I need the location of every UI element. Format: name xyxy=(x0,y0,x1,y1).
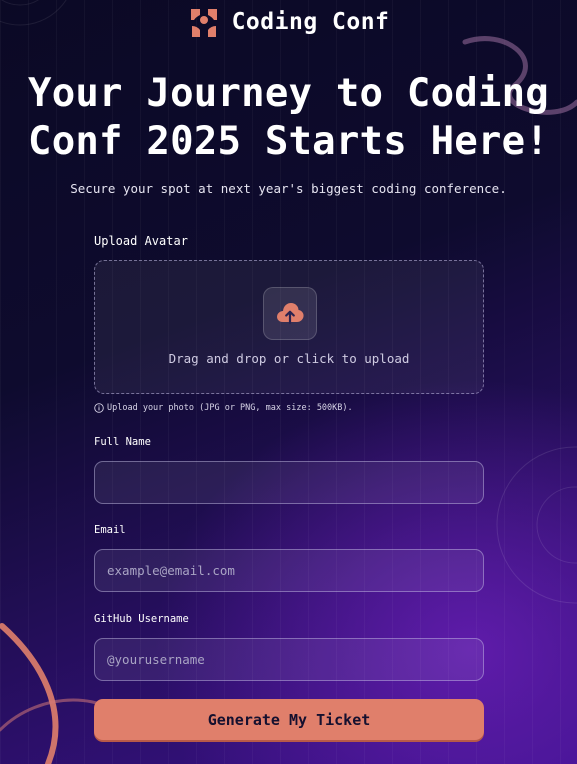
generate-ticket-button[interactable]: Generate My Ticket xyxy=(94,699,484,740)
brand-name: Coding Conf xyxy=(231,9,390,35)
cloud-upload-icon xyxy=(277,302,304,324)
page-subtitle: Secure your spot at next year's biggest … xyxy=(70,181,507,196)
upload-hint: Upload your photo (JPG or PNG, max size:… xyxy=(94,403,353,413)
decorative-circles-right xyxy=(496,446,577,604)
github-username-label: GitHub Username xyxy=(94,613,189,625)
info-icon xyxy=(94,403,104,413)
upload-button[interactable] xyxy=(263,287,317,340)
brand-logo: Coding Conf xyxy=(0,6,577,38)
coding-conf-logo-icon xyxy=(190,9,217,37)
full-name-label: Full Name xyxy=(94,436,151,448)
full-name-input[interactable] xyxy=(94,461,484,504)
email-input[interactable] xyxy=(94,549,484,592)
upload-avatar-label: Upload Avatar xyxy=(94,234,188,248)
github-username-input[interactable] xyxy=(94,638,484,681)
upload-hint-text: Upload your photo (JPG or PNG, max size:… xyxy=(107,403,353,413)
email-label: Email xyxy=(94,524,126,536)
page-title: Your Journey to Coding Conf 2025 Starts … xyxy=(28,71,549,164)
avatar-dropzone[interactable]: Drag and drop or click to upload xyxy=(94,260,484,394)
dropzone-text: Drag and drop or click to upload xyxy=(168,351,410,366)
